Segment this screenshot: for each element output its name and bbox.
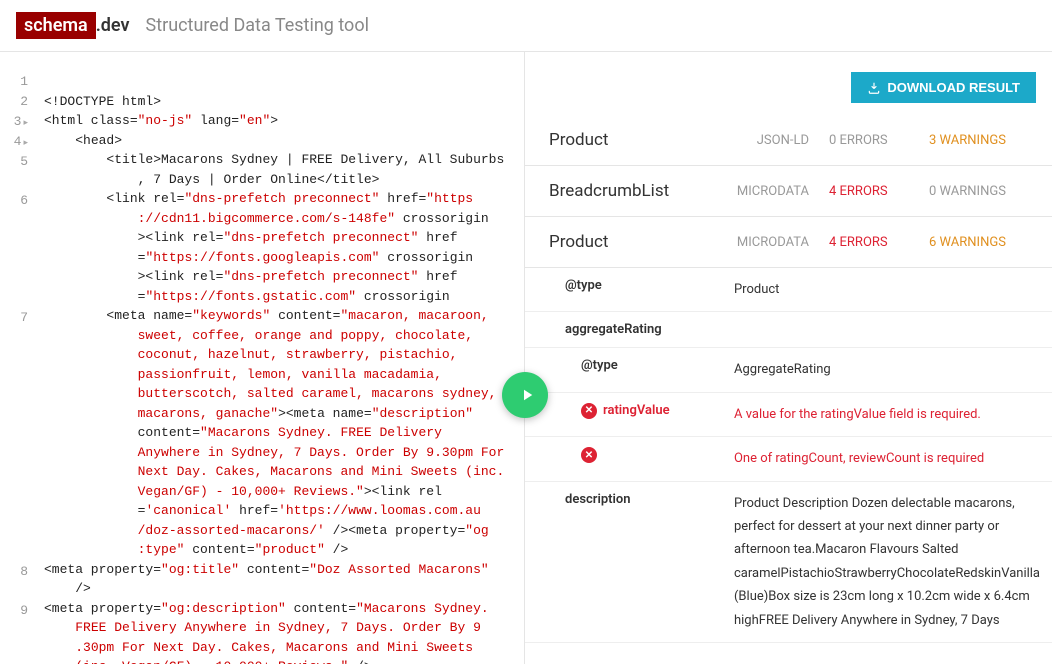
error-icon	[581, 403, 597, 419]
result-format: JSON-LD	[719, 133, 809, 148]
detail-row: @typeAggregateRating	[525, 348, 1052, 392]
detail-row: One of ratingCount, reviewCount is requi…	[525, 437, 1052, 481]
error-icon	[581, 447, 597, 463]
detail-key	[525, 437, 722, 481]
detail-value: Product	[722, 268, 1052, 312]
app-title: Structured Data Testing tool	[146, 15, 369, 36]
result-warnings: 3 WARNINGS	[929, 133, 1029, 148]
detail-key: description	[525, 481, 722, 642]
result-type: Product	[549, 232, 699, 252]
logo-dev: .dev	[96, 15, 130, 36]
detail-row: @typeProduct	[525, 268, 1052, 312]
results-list: Product JSON-LD 0 ERRORS 3 WARNINGS Brea…	[525, 115, 1052, 268]
app-header: schema.dev Structured Data Testing tool	[0, 0, 1052, 52]
line-gutter: 123456789101112	[0, 72, 36, 664]
logo-schema: schema	[16, 12, 96, 39]
code-panel: 123456789101112 <!DOCTYPE html><html cla…	[0, 52, 525, 664]
result-errors: 4 ERRORS	[829, 184, 909, 199]
result-format: MICRODATA	[719, 184, 809, 199]
detail-row: aggregateRating	[525, 312, 1052, 348]
detail-key: ratingValue	[525, 392, 722, 436]
result-warnings: 6 WARNINGS	[929, 235, 1029, 250]
results-panel: DOWNLOAD RESULT Product JSON-LD 0 ERRORS…	[525, 52, 1052, 664]
detail-key: aggregateRating	[525, 312, 722, 348]
result-type: Product	[549, 130, 699, 150]
download-result-button[interactable]: DOWNLOAD RESULT	[851, 72, 1036, 103]
code-editor[interactable]: 123456789101112 <!DOCTYPE html><html cla…	[0, 72, 524, 664]
detail-key: @type	[525, 268, 722, 312]
result-warnings: 0 WARNINGS	[929, 184, 1029, 199]
detail-row: descriptionProduct Description Dozen del…	[525, 481, 1052, 642]
result-group[interactable]: BreadcrumbList MICRODATA 4 ERRORS 0 WARN…	[525, 166, 1052, 217]
play-icon	[518, 386, 536, 404]
detail-value: Product Description Dozen delectable mac…	[722, 481, 1052, 642]
run-button[interactable]	[502, 372, 548, 418]
result-errors: 0 ERRORS	[829, 133, 909, 148]
result-format: MICRODATA	[719, 235, 809, 250]
result-group[interactable]: Product JSON-LD 0 ERRORS 3 WARNINGS	[525, 115, 1052, 166]
result-errors: 4 ERRORS	[829, 235, 909, 250]
detail-value: A value for the ratingValue field is req…	[722, 392, 1052, 436]
detail-value: One of ratingCount, reviewCount is requi…	[722, 437, 1052, 481]
download-label: DOWNLOAD RESULT	[887, 80, 1020, 95]
detail-value: AggregateRating	[722, 348, 1052, 392]
detail-value	[722, 312, 1052, 348]
code-content[interactable]: <!DOCTYPE html><html class="no-js" lang=…	[36, 72, 524, 664]
download-icon	[867, 81, 881, 95]
result-type: BreadcrumbList	[549, 181, 699, 201]
detail-row: ratingValueA value for the ratingValue f…	[525, 392, 1052, 436]
detail-key: @type	[525, 348, 722, 392]
result-detail-table: @typeProductaggregateRating@typeAggregat…	[525, 268, 1052, 643]
result-group[interactable]: Product MICRODATA 4 ERRORS 6 WARNINGS	[525, 217, 1052, 268]
